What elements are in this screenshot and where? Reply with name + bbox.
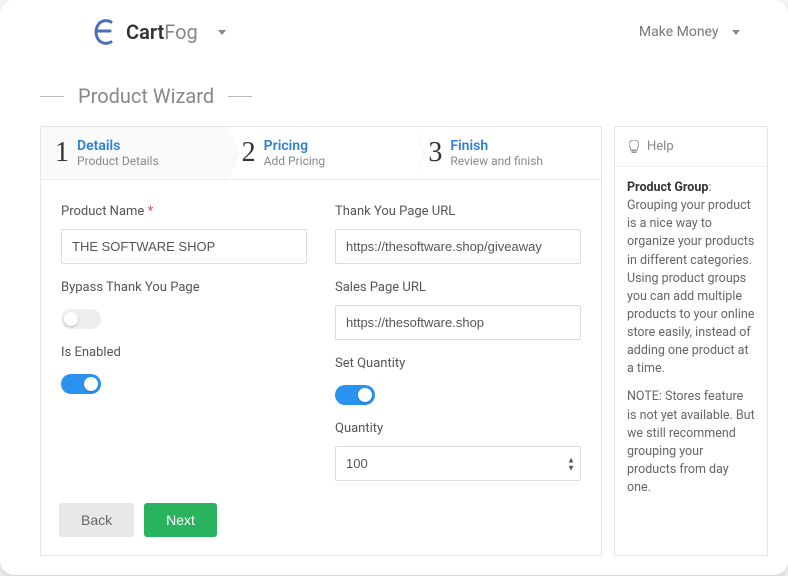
- brand[interactable]: CartFog: [92, 18, 226, 46]
- bulb-icon: [629, 140, 639, 153]
- caret-down-icon: [732, 30, 740, 35]
- quantity-stepper[interactable]: ▲ ▼: [567, 456, 575, 471]
- quantity-input[interactable]: [335, 446, 581, 481]
- dash-icon: [228, 96, 252, 97]
- sales-url-label: Sales Page URL: [335, 280, 581, 295]
- chevron-up-icon[interactable]: ▲: [567, 456, 575, 463]
- back-button[interactable]: Back: [59, 503, 134, 537]
- dash-icon: [40, 96, 64, 97]
- step-finish[interactable]: 3 Finish Review and finish: [414, 127, 601, 179]
- brand-light: Fog: [164, 20, 198, 44]
- make-money-menu[interactable]: Make Money: [639, 24, 740, 40]
- wizard-main: 1 Details Product Details 2 Pricing Add …: [40, 126, 602, 556]
- step-sub: Add Pricing: [264, 154, 325, 168]
- set-qty-label: Set Quantity: [335, 356, 581, 371]
- help-paragraph: Product Group: Grouping your product is …: [627, 179, 755, 378]
- step-details[interactable]: 1 Details Product Details: [41, 127, 228, 179]
- qty-label: Quantity: [335, 421, 581, 436]
- page-title-text: Product Wizard: [78, 84, 214, 108]
- sales-url-input[interactable]: [335, 305, 581, 340]
- chevron-down-icon[interactable]: ▼: [567, 464, 575, 471]
- help-note: NOTE: Stores feature is not yet availabl…: [627, 388, 755, 497]
- bypass-toggle[interactable]: [61, 309, 101, 329]
- step-number: 1: [55, 137, 69, 169]
- wizard-steps: 1 Details Product Details 2 Pricing Add …: [41, 127, 601, 180]
- product-name-input[interactable]: [61, 229, 307, 264]
- step-title: Finish: [450, 138, 543, 154]
- caret-down-icon: [218, 30, 226, 35]
- step-sub: Product Details: [77, 154, 159, 168]
- set-qty-toggle[interactable]: [335, 385, 375, 405]
- help-panel: Help Product Group: Grouping your produc…: [614, 126, 768, 556]
- step-number: 2: [242, 137, 256, 169]
- step-title: Pricing: [264, 138, 325, 154]
- product-name-label: Product Name *: [61, 204, 307, 219]
- thank-you-url-label: Thank You Page URL: [335, 204, 581, 219]
- help-title: Help: [647, 139, 674, 154]
- enabled-label: Is Enabled: [61, 345, 307, 360]
- thank-you-url-input[interactable]: [335, 229, 581, 264]
- next-button[interactable]: Next: [144, 503, 217, 537]
- brand-bold: Cart: [126, 20, 164, 44]
- step-title: Details: [77, 138, 159, 154]
- enabled-toggle[interactable]: [61, 374, 101, 394]
- step-pricing[interactable]: 2 Pricing Add Pricing: [228, 127, 415, 179]
- bypass-label: Bypass Thank You Page: [61, 280, 307, 295]
- step-sub: Review and finish: [450, 154, 543, 168]
- page-title: Product Wizard: [0, 56, 788, 126]
- make-money-label: Make Money: [639, 24, 719, 40]
- brand-logo-icon: [92, 18, 116, 46]
- step-number: 3: [428, 137, 442, 169]
